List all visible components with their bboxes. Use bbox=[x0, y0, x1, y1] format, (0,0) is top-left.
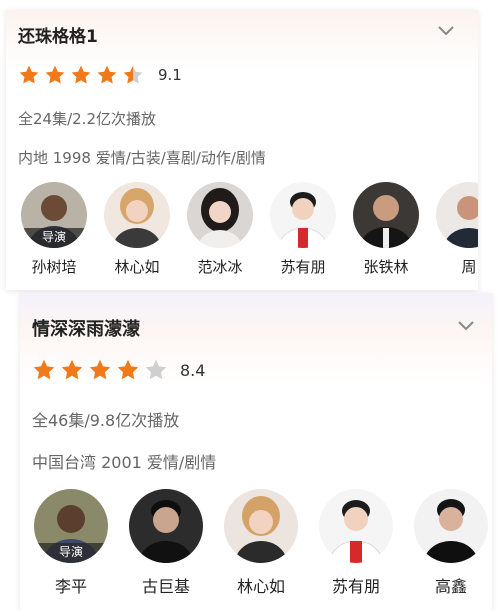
avatar[interactable] bbox=[129, 489, 203, 563]
cast-member[interactable]: 苏有朋 bbox=[267, 182, 339, 277]
person-photo bbox=[224, 489, 298, 563]
director-badge: 导演 bbox=[21, 228, 87, 248]
cast-name: 林心如 bbox=[236, 577, 285, 596]
cast-member[interactable]: 高鑫 bbox=[412, 489, 490, 597]
episode-play-count: 全24集/2.2亿次播放 bbox=[18, 110, 156, 128]
rating-row: 9.1 bbox=[18, 64, 182, 86]
cast-member[interactable]: 古巨基 bbox=[127, 489, 205, 597]
star-empty-icon bbox=[145, 359, 167, 380]
chevron-down-icon[interactable] bbox=[436, 24, 456, 38]
star-full-icon bbox=[117, 359, 139, 380]
person-photo bbox=[436, 182, 478, 248]
rating-score: 9.1 bbox=[158, 66, 182, 84]
cast-name: 苏有朋 bbox=[280, 258, 326, 276]
avatar[interactable] bbox=[414, 489, 488, 563]
star-full-icon bbox=[61, 359, 83, 380]
cast-member[interactable]: 张铁林 bbox=[350, 182, 422, 277]
star-full-icon bbox=[71, 65, 91, 84]
person-photo bbox=[270, 182, 336, 248]
person-photo bbox=[319, 489, 393, 563]
cast-name: 孙树培 bbox=[31, 258, 77, 276]
chevron-down-icon[interactable] bbox=[456, 319, 476, 333]
avatar[interactable] bbox=[104, 182, 170, 248]
cast-name: 古巨基 bbox=[141, 577, 190, 596]
star-full-icon bbox=[33, 359, 55, 380]
rating-score: 8.4 bbox=[180, 360, 206, 380]
cast-list: 导演 李平 古巨基 林心如 苏有朋 高鑫 bbox=[32, 489, 492, 597]
star-full-icon bbox=[45, 65, 65, 84]
cast-list: 导演 孙树培 林心如 范冰冰 苏有朋 张铁林 周 bbox=[18, 182, 478, 277]
cast-member[interactable]: 苏有朋 bbox=[317, 489, 395, 597]
avatar[interactable]: 导演 bbox=[34, 489, 108, 563]
cast-member[interactable]: 导演 李平 bbox=[32, 489, 110, 597]
person-photo bbox=[187, 182, 253, 248]
star-rating bbox=[18, 64, 144, 86]
episode-play-count: 全46集/9.8亿次播放 bbox=[32, 411, 180, 430]
avatar[interactable]: 导演 bbox=[21, 182, 87, 248]
star-full-icon bbox=[19, 65, 39, 84]
cast-member[interactable]: 林心如 bbox=[101, 182, 173, 277]
cast-member[interactable]: 林心如 bbox=[222, 489, 300, 597]
drama-title[interactable]: 情深深雨濛濛 bbox=[32, 315, 140, 341]
person-photo bbox=[414, 489, 488, 563]
avatar[interactable] bbox=[187, 182, 253, 248]
cast-name: 苏有朋 bbox=[331, 577, 380, 596]
star-half-icon bbox=[123, 65, 143, 84]
star-full-icon bbox=[97, 65, 117, 84]
person-photo bbox=[104, 182, 170, 248]
director-badge: 导演 bbox=[34, 543, 108, 563]
cast-member[interactable]: 周 bbox=[433, 182, 478, 277]
cast-name: 范冰冰 bbox=[197, 258, 243, 276]
rating-row: 8.4 bbox=[32, 358, 205, 382]
cast-member[interactable]: 导演 孙树培 bbox=[18, 182, 90, 277]
drama-title[interactable]: 还珠格格1 bbox=[18, 22, 98, 47]
region-year-genre: 中国台湾 2001 爱情/剧情 bbox=[32, 453, 217, 472]
cast-name: 林心如 bbox=[114, 258, 160, 276]
avatar[interactable] bbox=[224, 489, 298, 563]
cast-name: 李平 bbox=[54, 577, 87, 596]
avatar[interactable] bbox=[353, 182, 419, 248]
star-rating bbox=[32, 358, 168, 382]
cast-member[interactable]: 范冰冰 bbox=[184, 182, 256, 277]
region-year-genre: 内地 1998 爱情/古装/喜剧/动作/剧情 bbox=[18, 149, 266, 167]
star-full-icon bbox=[89, 359, 111, 380]
drama-card[interactable]: 还珠格格1 9.1 全24集/2.2亿次播放 内地 1998 爱情/古装/喜剧/… bbox=[6, 10, 478, 290]
cast-name: 张铁林 bbox=[363, 258, 409, 276]
avatar[interactable] bbox=[436, 182, 478, 248]
avatar[interactable] bbox=[319, 489, 393, 563]
person-photo bbox=[353, 182, 419, 248]
cast-name: 周 bbox=[461, 258, 477, 276]
drama-card[interactable]: 情深深雨濛濛 8.4 全46集/9.8亿次播放 中国台湾 2001 爱情/剧情 … bbox=[20, 293, 492, 611]
cast-name: 高鑫 bbox=[434, 577, 467, 596]
person-photo bbox=[129, 489, 203, 563]
avatar[interactable] bbox=[270, 182, 336, 248]
